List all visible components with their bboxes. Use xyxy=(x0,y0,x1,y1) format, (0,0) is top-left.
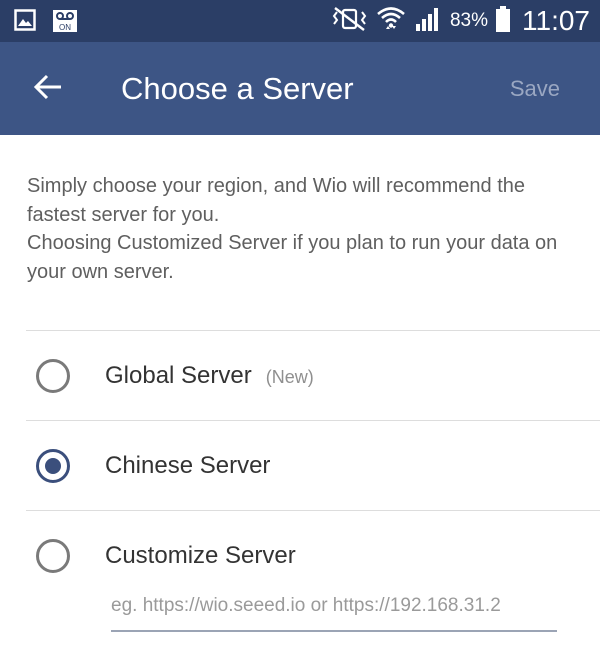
option-label-text: Customize Server xyxy=(105,542,296,569)
save-button[interactable]: Save xyxy=(510,42,560,135)
voicemail-icon: ON xyxy=(52,9,78,38)
arrow-left-icon xyxy=(33,74,63,105)
status-right-icons: 83% 11:07 xyxy=(330,0,590,42)
signal-icon xyxy=(414,6,442,37)
screen-title: Choose a Server xyxy=(121,71,354,106)
option-label-text: Chinese Server xyxy=(105,452,271,479)
clock: 11:07 xyxy=(522,5,590,36)
option-global-server[interactable]: Global Server (New) xyxy=(26,330,600,420)
radio-chinese-server[interactable] xyxy=(36,449,70,483)
radio-global-server[interactable] xyxy=(36,359,70,393)
battery-icon xyxy=(496,5,510,37)
option-label: Chinese Server xyxy=(105,421,270,511)
back-button[interactable] xyxy=(28,70,68,108)
app-bar: Choose a Server Save xyxy=(0,42,600,135)
option-chinese-server[interactable]: Chinese Server xyxy=(26,420,600,510)
radio-customize-server[interactable] xyxy=(36,539,70,573)
app-screen: ON 83% 11:07 Choose a Server Save Simply… xyxy=(0,0,600,650)
status-left-icons: ON xyxy=(14,9,78,38)
radio-selected-dot xyxy=(45,458,61,474)
wifi-icon xyxy=(376,5,406,38)
status-bar: ON 83% 11:07 xyxy=(0,0,600,42)
custom-server-input[interactable] xyxy=(111,586,557,626)
vibrate-icon xyxy=(330,6,368,37)
option-label-text: Global Server xyxy=(105,362,252,389)
description-text: Simply choose your region, and Wio will … xyxy=(27,175,558,283)
option-label: Global Server (New) xyxy=(105,331,314,421)
image-icon xyxy=(14,9,36,38)
custom-server-field xyxy=(111,586,557,632)
new-badge: (New) xyxy=(265,367,314,387)
voicemail-on-label: ON xyxy=(59,23,71,32)
battery-percentage: 83% xyxy=(449,10,488,31)
server-options: Global Server (New) Chinese Server Custom… xyxy=(26,330,600,600)
